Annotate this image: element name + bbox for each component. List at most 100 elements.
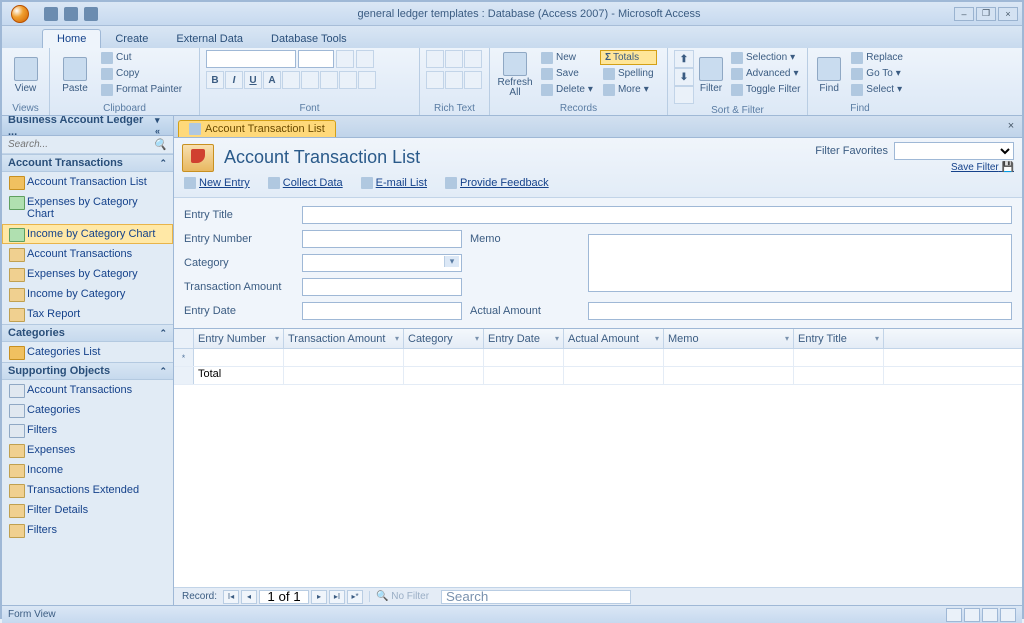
more-button[interactable]: More ▾ [600,82,657,97]
nav-item-expenses-chart[interactable]: Expenses by Category Chart [2,192,173,224]
clear-sort-button[interactable] [674,86,694,104]
next-record-button[interactable]: ▸ [311,590,327,604]
nav-section-account-transactions[interactable]: Account Transactions⌃ [2,154,173,172]
save-filter-link[interactable]: Save Filter [951,162,999,173]
ltr-button[interactable] [464,50,482,68]
no-filter-indicator[interactable]: 🔍 No Filter [369,591,435,602]
tab-home[interactable]: Home [42,29,101,48]
new-record-row[interactable]: * [174,349,1022,367]
doc-tab-account-transaction-list[interactable]: Account Transaction List [178,120,336,137]
entry-date-input[interactable] [302,302,462,320]
nav-search-input[interactable] [8,139,153,150]
ds-cell[interactable] [564,349,664,366]
nav-header[interactable]: Business Account Ledger ...▾ « [2,116,173,136]
find-button[interactable]: Find [814,50,844,100]
totals-cell[interactable] [284,367,404,384]
nav-item-s-expenses[interactable]: Expenses [2,440,173,460]
view-button[interactable]: View [8,50,43,100]
chevron-down-icon[interactable]: ▾ [875,334,879,343]
redo-icon[interactable] [84,7,98,21]
memo-input[interactable] [588,234,1012,292]
save-icon[interactable] [44,7,58,21]
undo-icon[interactable] [64,7,78,21]
bold-button[interactable]: B [206,71,224,89]
advanced-button[interactable]: Advanced ▾ [728,66,803,81]
nav-item-categories-list[interactable]: Categories List [2,342,173,362]
form-view-button[interactable] [946,608,962,622]
fill-color-button[interactable] [282,71,300,89]
col-entry-number[interactable]: Entry Number▾ [194,329,284,348]
replace-button[interactable]: Replace [848,50,906,65]
col-entry-title[interactable]: Entry Title▾ [794,329,884,348]
row-selector-header[interactable] [174,329,194,348]
italic-button[interactable]: I [225,71,243,89]
doc-close-button[interactable]: × [1004,119,1018,133]
goto-button[interactable]: Go To ▾ [848,66,906,81]
indent-dec-button[interactable] [426,50,444,68]
restore-button[interactable]: ❐ [976,7,996,21]
nav-section-categories[interactable]: Categories⌃ [2,324,173,342]
shrink-font-button[interactable] [356,50,374,68]
font-color-button[interactable]: A [263,71,281,89]
nav-item-s-filters-2[interactable]: Filters [2,520,173,540]
col-entry-date[interactable]: Entry Date▾ [484,329,564,348]
ds-cell[interactable] [404,349,484,366]
totals-button[interactable]: ΣTotals [600,50,657,65]
cut-button[interactable]: Cut [98,50,185,65]
col-memo[interactable]: Memo▾ [664,329,794,348]
actual-amount-input[interactable] [588,302,1012,320]
toggle-filter-button[interactable]: Toggle Filter [728,82,803,97]
ds-cell[interactable] [794,349,884,366]
nav-item-income-by-category[interactable]: Income by Category [2,284,173,304]
ds-cell[interactable] [484,349,564,366]
gridlines-button[interactable] [301,71,319,89]
nav-item-s-filter-details[interactable]: Filter Details [2,500,173,520]
tab-external-data[interactable]: External Data [162,30,257,48]
last-record-button[interactable]: ▸I [329,590,345,604]
nav-item-s-categories[interactable]: Categories [2,400,173,420]
nav-item-s-account-transactions[interactable]: Account Transactions [2,380,173,400]
filter-button[interactable]: Filter [698,50,724,100]
email-list-link[interactable]: E-mail List [361,177,427,189]
entry-title-input[interactable] [302,206,1012,224]
save-record-button[interactable]: Save [538,66,596,81]
chevron-down-icon[interactable]: ▾ [785,334,789,343]
col-category[interactable]: Category▾ [404,329,484,348]
collect-data-link[interactable]: Collect Data [268,177,343,189]
tab-database-tools[interactable]: Database Tools [257,30,361,48]
selection-button[interactable]: Selection ▾ [728,50,803,65]
record-search-input[interactable] [441,590,631,604]
totals-cell[interactable] [794,367,884,384]
tab-create[interactable]: Create [101,30,162,48]
nav-item-account-transactions[interactable]: Account Transactions [2,244,173,264]
new-record-button[interactable]: New [538,50,596,65]
datasheet-view-button[interactable] [964,608,980,622]
format-painter-button[interactable]: Format Painter [98,82,185,97]
indent-inc-button[interactable] [445,50,463,68]
feedback-link[interactable]: Provide Feedback [445,177,549,189]
nav-item-income-chart[interactable]: Income by Category Chart [2,224,173,244]
chevron-down-icon[interactable]: ▾ [475,334,479,343]
nav-item-account-transaction-list[interactable]: Account Transaction List [2,172,173,192]
refresh-all-button[interactable]: Refresh All [496,50,534,100]
align-left-button[interactable] [320,71,338,89]
filter-favorites-combo[interactable] [894,142,1014,160]
minimize-button[interactable]: – [954,7,974,21]
align-center-button[interactable] [339,71,357,89]
office-button[interactable] [2,2,38,26]
col-transaction-amount[interactable]: Transaction Amount▾ [284,329,404,348]
select-button[interactable]: Select ▾ [848,82,906,97]
new-record-nav-button[interactable]: ▸* [347,590,363,604]
nav-search[interactable]: 🔍 [2,136,173,154]
design-view-button[interactable] [1000,608,1016,622]
transaction-amount-input[interactable] [302,278,462,296]
entry-number-input[interactable] [302,230,462,248]
nav-collapse-icon[interactable]: ▾ « [155,116,167,136]
chevron-down-icon[interactable]: ▾ [655,334,659,343]
nav-item-s-income[interactable]: Income [2,460,173,480]
delete-record-button[interactable]: Delete ▾ [538,82,596,97]
category-combo[interactable] [302,254,462,272]
nav-item-expenses-by-category[interactable]: Expenses by Category [2,264,173,284]
sort-desc-button[interactable]: ⬇ [674,68,694,86]
copy-button[interactable]: Copy [98,66,185,81]
